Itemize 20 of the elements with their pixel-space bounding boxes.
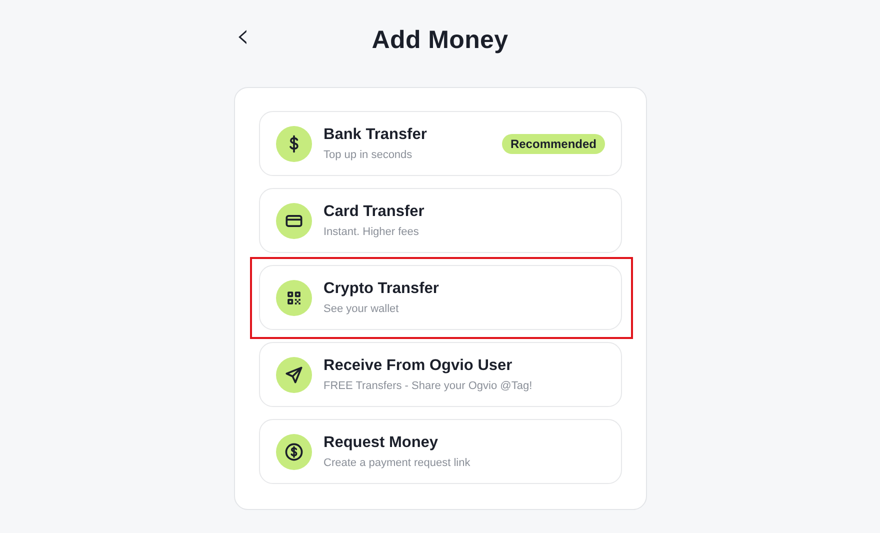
transfer-option[interactable]: Card Transfer Instant. Higher fees [258,188,622,253]
option-title: Card Transfer [324,203,426,221]
option-subtitle: Top up in seconds [324,149,414,161]
option-title: Request Money [324,434,440,452]
transfer-option[interactable]: Crypto Transfer See your wallet [258,265,622,330]
option-subtitle: Instant. Higher fees [324,226,420,238]
transfer-option[interactable]: Receive From Ogvio User FREE Transfers - Share your Ogvio @Tag! [258,342,622,407]
recommended-badge: Recommended [502,134,604,154]
option-title: Receive From Ogvio User [324,357,514,375]
transfer-option[interactable]: Bank Transfer Top up in seconds Recommended [258,111,622,176]
back-button[interactable]: ‹ [230,19,256,53]
option-subtitle: Create a payment request link [324,457,472,469]
option-title: Bank Transfer [324,126,428,144]
dollar-coin-icon [282,440,304,462]
option-subtitle: See your wallet [324,303,400,315]
page-title: Add Money [372,26,508,54]
transfer-option[interactable]: Request Money Create a payment request link [258,419,622,484]
option-subtitle: FREE Transfers - Share your Ogvio @Tag! [324,380,534,392]
option-title: Crypto Transfer [324,280,440,298]
paper-plane-icon [282,364,304,386]
